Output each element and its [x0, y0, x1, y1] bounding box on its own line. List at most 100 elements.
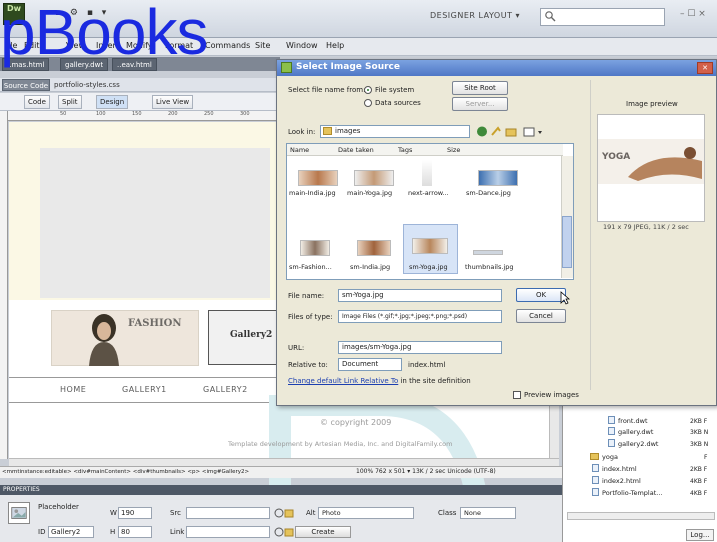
height-field[interactable]: 80	[118, 526, 152, 538]
file-name-field[interactable]: sm-Yoga.jpg	[338, 289, 502, 302]
thumbnail-main-yoga[interactable]	[354, 170, 394, 186]
class-label: Class	[438, 509, 457, 517]
src-field[interactable]	[186, 507, 270, 519]
column-tags[interactable]: Tags	[398, 145, 412, 155]
related-file-css[interactable]: portfolio-styles.css	[54, 79, 134, 91]
copyright-text: © copyright 2009	[320, 418, 392, 427]
data-sources-label: Data sources	[375, 99, 421, 107]
preview-image-text: YOGA	[601, 152, 630, 162]
tag-selector[interactable]: <mmtinstance:editable> <div#mainContent>…	[2, 466, 402, 478]
files-horizontal-scrollbar[interactable]	[567, 512, 715, 520]
live-view-button[interactable]: Live View	[152, 95, 194, 109]
thumbnail-next-arrow[interactable]	[422, 160, 432, 186]
file-row[interactable]: front.dwt	[608, 416, 648, 427]
preview-caption: 191 x 79 JPEG, 11K / 2 sec	[603, 223, 689, 231]
navigation-toolbar[interactable]	[476, 125, 548, 138]
close-icon[interactable]: ✕	[697, 62, 713, 74]
alt-field[interactable]: Photo	[318, 507, 414, 519]
link-label: Link	[170, 528, 185, 536]
file-row[interactable]: Portfolio-Templat...	[592, 488, 662, 499]
create-button[interactable]: Create	[295, 526, 351, 538]
search-input[interactable]	[540, 8, 665, 26]
browse-folder-icon[interactable]	[274, 526, 294, 538]
file-name: index2.html	[602, 477, 641, 485]
cancel-button[interactable]: Cancel	[516, 309, 566, 323]
file-row[interactable]: gallery2.dwt	[608, 439, 658, 450]
look-in-select[interactable]: images	[320, 125, 470, 138]
file-row[interactable]: index2.html	[592, 476, 641, 487]
mouse-cursor-icon	[560, 291, 570, 305]
status-info: 100% 762 x 501 ▾ 13K / 2 sec Unicode (UT…	[356, 466, 556, 478]
window-controls[interactable]: – ☐ ×	[680, 9, 716, 23]
file-row[interactable]: index.html	[592, 464, 637, 475]
nav-link-gallery1[interactable]: GALLERY1	[122, 385, 167, 394]
ruler-tick-label: 150	[132, 111, 142, 117]
ruler-tick-label: 300	[240, 111, 250, 117]
nav-link-home[interactable]: HOME	[60, 385, 86, 394]
change-default-link-text: Change default Link Relative To in the s…	[288, 377, 471, 385]
look-in-label: Look in:	[288, 128, 316, 136]
thumbnail-sm-yoga[interactable]	[412, 238, 448, 254]
thumbnail-thumbnails[interactable]	[473, 250, 503, 255]
thumbnail-main-india[interactable]	[298, 170, 338, 186]
relative-to-select[interactable]: Document	[338, 358, 402, 371]
thumbnail-caption: sm-Yoga.jpg	[409, 263, 448, 271]
file-list-header	[287, 144, 563, 156]
thumbnail-sm-fashion[interactable]	[300, 240, 330, 256]
src-label: Src	[170, 509, 182, 517]
log-button[interactable]: Log...	[686, 529, 714, 541]
select-from-label: Select file name from:	[288, 86, 366, 94]
code-view-button[interactable]: Code	[24, 95, 50, 109]
file-row[interactable]: gallery.dwt	[608, 427, 653, 438]
site-root-button[interactable]: Site Root	[452, 81, 508, 95]
preview-divider	[590, 80, 591, 390]
column-name[interactable]: Name	[290, 145, 309, 155]
source-code-tab[interactable]: Source Code	[2, 79, 50, 91]
scrollbar-thumb[interactable]	[562, 216, 572, 268]
header-image-placeholder[interactable]	[40, 148, 270, 298]
properties-header[interactable]: PROPERTIES	[0, 485, 562, 495]
menu-help[interactable]: Help	[326, 41, 344, 53]
class-select[interactable]: None	[460, 507, 516, 519]
zoom-level[interactable]: 100%	[356, 468, 373, 475]
alt-label: Alt	[306, 509, 316, 517]
change-default-link[interactable]: Change default Link Relative To	[288, 377, 398, 385]
document-horizontal-scrollbar[interactable]	[9, 458, 559, 466]
ok-button[interactable]: OK	[516, 288, 566, 302]
file-size: 4KB F	[690, 478, 708, 485]
nav-link-gallery2[interactable]: GALLERY2	[203, 385, 248, 394]
fashion-photo	[89, 314, 119, 366]
folder-name: yoga	[602, 453, 618, 461]
preview-images-checkbox[interactable]	[513, 391, 521, 399]
file-icon	[608, 439, 615, 447]
data-sources-radio[interactable]	[364, 99, 372, 107]
thumbnail-sm-india[interactable]	[357, 240, 391, 256]
split-view-button[interactable]: Split	[58, 95, 82, 109]
watermark-text: pBooks	[0, 0, 208, 68]
yoga-preview-image: YOGA	[598, 139, 704, 184]
folder-row[interactable]: yoga	[590, 452, 618, 463]
file-size: 4KB F	[690, 490, 708, 497]
thumbnail-sm-dance[interactable]	[478, 170, 518, 186]
folder-icon	[590, 453, 599, 460]
thumbnail-caption: main-India.jpg	[289, 189, 336, 197]
id-field[interactable]: Gallery2	[48, 526, 94, 538]
url-field[interactable]: images/sm-Yoga.jpg	[338, 341, 502, 354]
column-date-taken[interactable]: Date taken	[338, 145, 374, 155]
file-name: gallery.dwt	[618, 428, 654, 436]
column-size[interactable]: Size	[447, 145, 460, 155]
server-button[interactable]: Server...	[452, 97, 508, 111]
file-name: front.dwt	[618, 417, 648, 425]
files-of-type-select[interactable]: Image Files (*.gif;*.jpg;*.jpeg;*.png;*.…	[338, 310, 502, 323]
file-size: 2KB F	[690, 418, 708, 425]
design-view-button[interactable]: Design	[96, 95, 129, 109]
workspace-switcher[interactable]: DESIGNER LAYOUT ▾	[430, 11, 530, 25]
file-system-label: File system	[375, 86, 415, 94]
file-icon	[592, 464, 599, 472]
file-system-radio[interactable]	[364, 86, 372, 94]
relative-to-file: index.html	[408, 361, 446, 369]
point-to-file-icon[interactable]	[274, 507, 294, 519]
link-field[interactable]	[186, 526, 270, 538]
thumbnail-caption: thumbnails.jpg	[465, 263, 514, 271]
width-field[interactable]: 190	[118, 507, 152, 519]
